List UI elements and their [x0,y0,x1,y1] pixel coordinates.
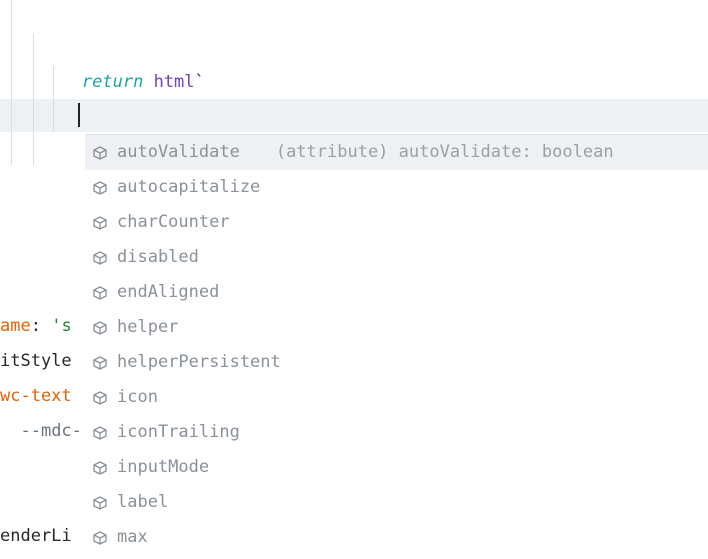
autocomplete-item[interactable]: autocapitalize [85,170,708,205]
autocomplete-item[interactable]: label [85,485,708,520]
field-icon [91,494,109,512]
code-line-active[interactable] [0,99,708,132]
autocomplete-label: helper [117,311,178,344]
autocomplete-item[interactable]: disabled [85,240,708,275]
autocomplete-item[interactable]: helper [85,310,708,345]
bg-code-fragment: ame: 's [0,310,72,343]
autocomplete-label: inputMode [117,451,209,484]
bg-code-fragment: itStyle [0,345,72,378]
field-icon [91,144,109,162]
field-icon [91,354,109,372]
field-icon [91,529,109,547]
autocomplete-item[interactable]: max [85,520,708,555]
autocomplete-item[interactable]: autoValidate (attribute) autoValidate: bo… [85,135,708,170]
bg-code-fragment: wc-text [0,380,72,413]
autocomplete-item[interactable]: helperPersistent [85,345,708,380]
field-icon [91,424,109,442]
autocomplete-label: autocapitalize [117,171,260,204]
autocomplete-label: disabled [117,241,199,274]
autocomplete-item[interactable]: iconTrailing [85,415,708,450]
bg-code-fragment: enderLi [0,520,72,553]
autocomplete-label: icon [117,381,158,414]
autocomplete-label: charCounter [117,206,230,239]
code-line[interactable]: <mwc-textfield [0,33,708,66]
autocomplete-label: max [117,521,148,554]
autocomplete-detail: (attribute) autoValidate: boolean [276,136,614,169]
autocomplete-label: helperPersistent [117,346,281,379]
field-icon [91,459,109,477]
field-icon [91,249,109,267]
autocomplete-label: endAligned [117,276,219,309]
autocomplete-label: autoValidate [117,136,240,169]
field-icon [91,389,109,407]
field-icon [91,319,109,337]
autocomplete-item[interactable]: charCounter [85,205,708,240]
field-icon [91,214,109,232]
autocomplete-label: iconTrailing [117,416,240,449]
field-icon [91,179,109,197]
code-line[interactable]: ?outlined=${true} [0,66,708,99]
bg-code-fragment: --mdc- [0,415,82,448]
autocomplete-item[interactable]: icon [85,380,708,415]
field-icon [91,284,109,302]
code-line[interactable]: return html` [0,0,708,33]
autocomplete-label: label [117,486,168,519]
autocomplete-popup[interactable]: autoValidate (attribute) autoValidate: bo… [85,134,708,555]
text-cursor [78,103,80,127]
autocomplete-item[interactable]: endAligned [85,275,708,310]
autocomplete-item[interactable]: inputMode [85,450,708,485]
